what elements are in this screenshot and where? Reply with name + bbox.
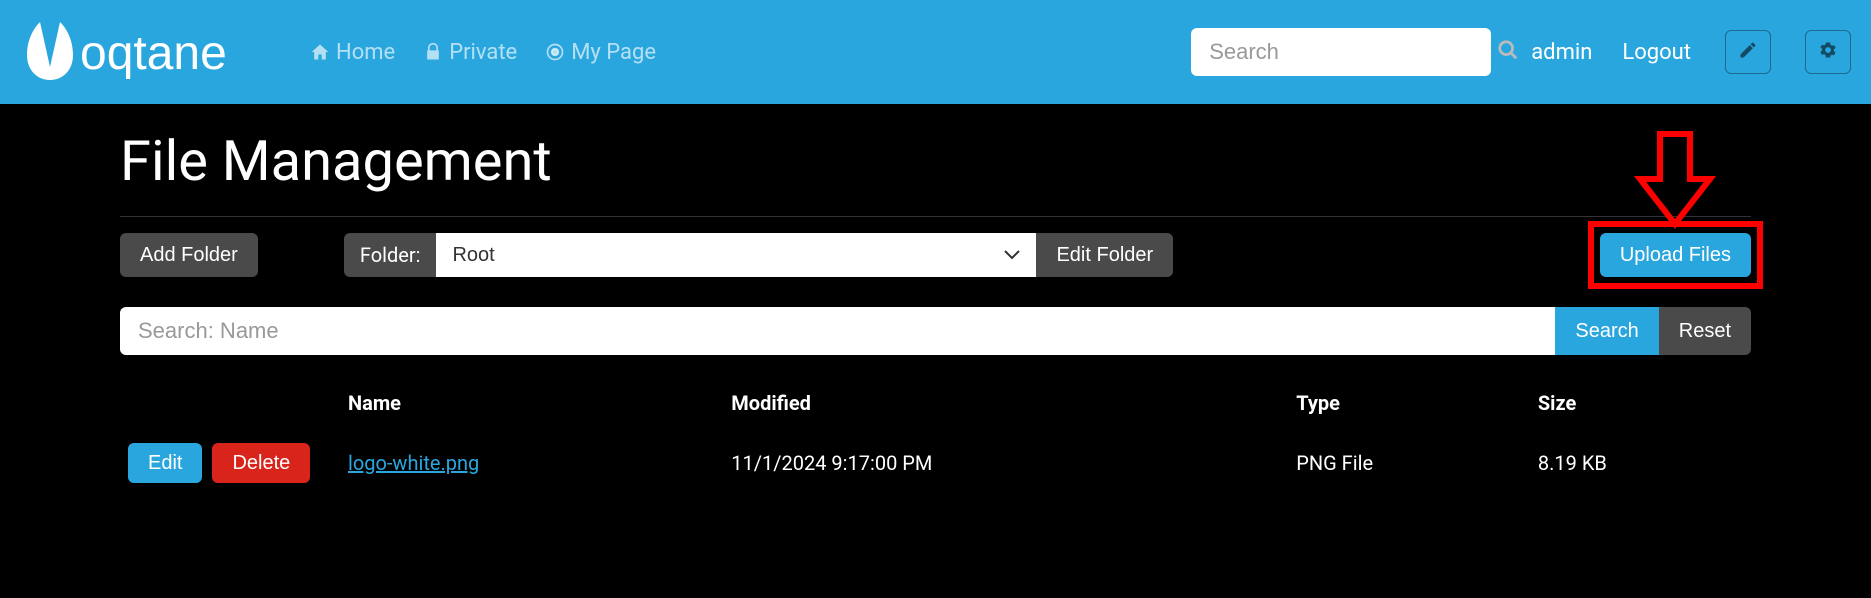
nav-label: Home (336, 40, 395, 65)
top-bar: oqtane Home Private My Page (0, 0, 1871, 104)
reset-button[interactable]: Reset (1659, 307, 1751, 355)
upload-wrap: Upload Files (1600, 233, 1751, 277)
file-name-link[interactable]: logo-white.png (348, 451, 479, 475)
content: File Management Add Folder Folder: Root … (0, 104, 1871, 539)
user-area: admin Logout (1531, 30, 1851, 74)
user-name-link[interactable]: admin (1531, 40, 1592, 65)
file-search-row: Search Reset (120, 307, 1751, 355)
upload-files-button[interactable]: Upload Files (1600, 233, 1751, 277)
home-icon (310, 42, 330, 62)
file-type: PNG File (1288, 427, 1530, 499)
top-nav: Home Private My Page (300, 34, 666, 71)
edit-page-button[interactable] (1725, 30, 1771, 74)
logout-link[interactable]: Logout (1622, 40, 1691, 65)
global-search (1191, 28, 1491, 76)
lock-icon (423, 42, 443, 62)
nav-label: Private (449, 40, 517, 65)
folder-select[interactable]: Root (436, 233, 1036, 277)
col-name: Name (340, 379, 723, 427)
folder-toolbar: Add Folder Folder: Root Edit Folder Uplo… (120, 233, 1751, 277)
col-actions (120, 379, 340, 427)
divider (120, 216, 1751, 217)
add-folder-button[interactable]: Add Folder (120, 233, 258, 277)
table-row: Edit Delete logo-white.png 11/1/2024 9:1… (120, 427, 1751, 499)
search-button[interactable]: Search (1555, 307, 1658, 355)
files-table: Name Modified Type Size Edit Delete logo… (120, 379, 1751, 499)
edit-folder-button[interactable]: Edit Folder (1036, 233, 1173, 277)
target-icon (545, 42, 565, 62)
folder-label: Folder: (360, 243, 437, 267)
file-modified: 11/1/2024 9:17:00 PM (723, 427, 1288, 499)
col-type: Type (1288, 379, 1530, 427)
row-edit-button[interactable]: Edit (128, 443, 202, 483)
page-title: File Management (120, 128, 1751, 194)
nav-mypage[interactable]: My Page (535, 34, 666, 71)
search-input[interactable] (1209, 39, 1497, 65)
settings-button[interactable] (1805, 30, 1851, 74)
nav-private[interactable]: Private (413, 34, 527, 71)
file-size: 8.19 KB (1530, 427, 1751, 499)
col-modified: Modified (723, 379, 1288, 427)
folder-picker: Folder: Root Edit Folder (344, 233, 1173, 277)
brand-logo[interactable]: oqtane (20, 17, 280, 87)
col-size: Size (1530, 379, 1751, 427)
brand-text: oqtane (80, 27, 227, 80)
gear-icon (1818, 40, 1838, 64)
row-delete-button[interactable]: Delete (212, 443, 310, 483)
pencil-icon (1738, 40, 1758, 64)
nav-label: My Page (571, 40, 656, 65)
nav-home[interactable]: Home (300, 34, 405, 71)
file-search-input[interactable] (120, 307, 1555, 355)
search-icon[interactable] (1497, 39, 1519, 65)
